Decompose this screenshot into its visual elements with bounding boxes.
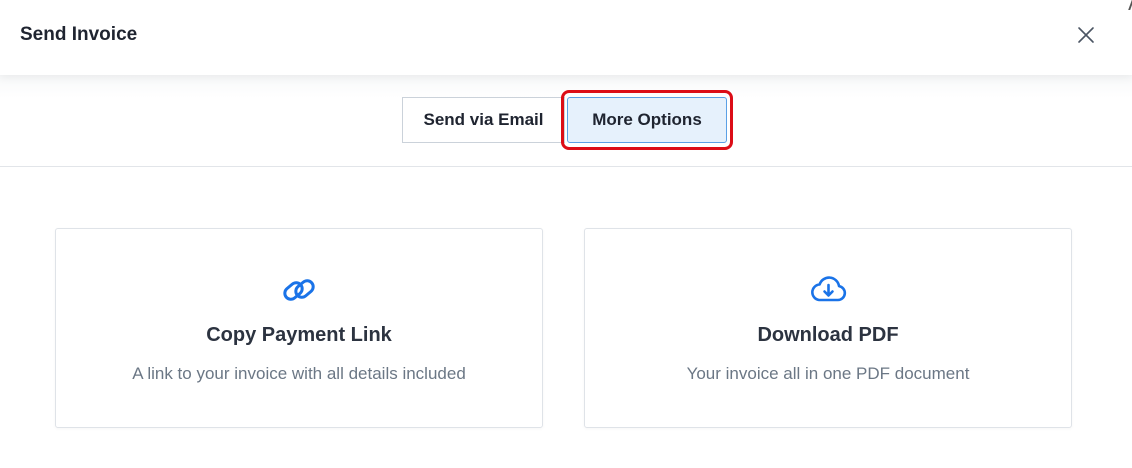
cloud-download-icon	[808, 272, 848, 308]
card-description: Your invoice all in one PDF document	[686, 364, 970, 383]
tab-send-via-email[interactable]: Send via Email	[402, 97, 565, 143]
dialog-title: Send Invoice	[20, 24, 138, 45]
copy-payment-link-card[interactable]: Copy Payment Link A link to your invoice…	[55, 228, 543, 428]
card-title: Download PDF	[757, 324, 899, 346]
link-icon	[279, 272, 319, 308]
close-icon[interactable]	[1077, 26, 1095, 44]
tab-bar: Send via Email More Options	[0, 75, 1132, 167]
corner-mark	[1124, 0, 1132, 10]
download-pdf-card[interactable]: Download PDF Your invoice all in one PDF…	[584, 228, 1072, 428]
card-description: A link to your invoice with all details …	[132, 364, 466, 383]
card-title: Copy Payment Link	[206, 324, 392, 346]
tab-more-options[interactable]: More Options	[567, 97, 727, 143]
dialog-header: Send Invoice	[0, 0, 1132, 75]
send-invoice-dialog: Send Invoice Send via Email More Options…	[0, 0, 1132, 468]
